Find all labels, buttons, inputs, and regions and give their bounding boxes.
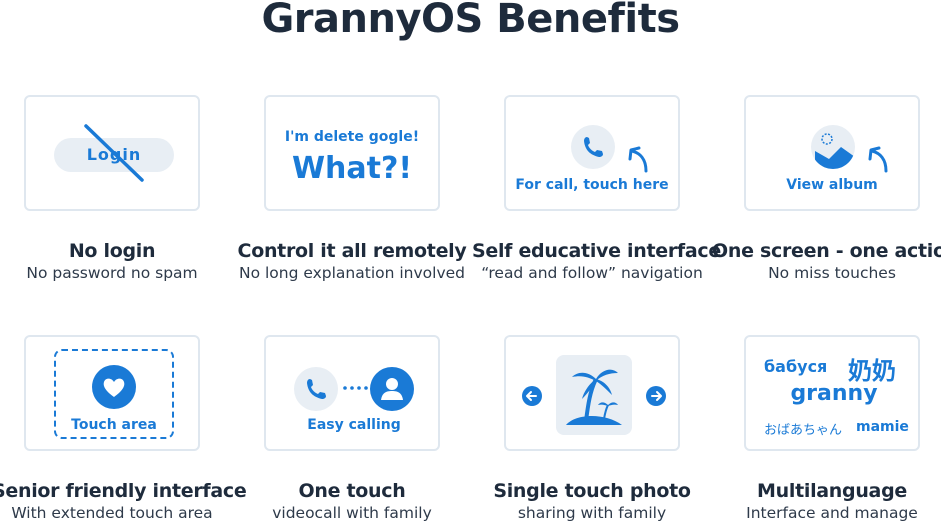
card-title: Senior friendly interface	[0, 480, 247, 502]
page-title: GrannyOS Benefits	[261, 0, 680, 42]
prev-button[interactable]	[522, 386, 542, 406]
dots-icon	[343, 386, 368, 390]
card-no-login: Login	[24, 95, 200, 211]
card-title: Control it all remotely	[237, 240, 467, 262]
album-icon	[815, 133, 855, 169]
caption-senior-friendly: Senior friendly interface With extended …	[0, 480, 247, 522]
heart-icon	[103, 378, 125, 397]
strike-icon	[84, 124, 144, 182]
hint-label: For call, touch here	[515, 177, 669, 193]
card-control-remotely: I'm delete gogle! What?!	[264, 95, 440, 211]
arrow-up-left-icon	[628, 146, 648, 173]
caption-self-educative: Self educative interface “read and follo…	[472, 240, 721, 282]
card-title: Single touch photo	[493, 480, 691, 502]
palm-island-icon	[566, 369, 622, 425]
card-one-screen: View album	[744, 95, 920, 211]
card-subtitle: No password no spam	[26, 264, 198, 282]
card-title: One screen - one action	[712, 240, 941, 262]
caption-one-screen: One screen - one action No miss touches	[712, 240, 941, 282]
chat-text: I'm delete gogle!	[284, 129, 420, 145]
caption-multilanguage: Multilanguage Interface and manage	[712, 480, 941, 522]
caption-one-touch: One touch videocall with family	[232, 480, 472, 522]
card-one-touch: Easy calling	[264, 335, 440, 451]
phone-button[interactable]	[571, 125, 615, 169]
arrow-up-left-icon	[868, 146, 888, 173]
lang-fr: mamie	[856, 419, 909, 435]
caption-no-login: No login No password no spam	[0, 240, 232, 282]
heart-button[interactable]	[92, 365, 136, 409]
card-subtitle: With extended touch area	[11, 504, 213, 522]
card-title: No login	[68, 240, 156, 262]
lang-ru: бабуся	[764, 357, 828, 376]
card-subtitle: Interface and manage	[746, 504, 918, 522]
phone-icon	[307, 379, 326, 399]
album-button[interactable]	[811, 125, 855, 169]
card-subtitle: No miss touches	[768, 264, 896, 282]
touch-area-label: Touch area	[71, 417, 157, 433]
lang-ja: おばあちゃん	[764, 423, 843, 438]
card-title: One touch	[298, 480, 406, 502]
phone-button[interactable]	[294, 367, 338, 411]
card-single-touch-photo	[504, 335, 680, 451]
card-title: Self educative interface	[472, 240, 721, 262]
hint-label: View album	[786, 177, 878, 193]
arrow-left-icon	[526, 391, 537, 401]
photo-frame[interactable]	[556, 355, 632, 435]
card-self-educative: For call, touch here	[504, 95, 680, 211]
card-title: Multilanguage	[757, 480, 907, 502]
arrow-right-icon	[651, 391, 662, 401]
caption-control-remotely: Control it all remotely No long explanat…	[232, 240, 472, 282]
caption-single-touch-photo: Single touch photo sharing with family	[472, 480, 712, 522]
card-subtitle: “read and follow” navigation	[481, 264, 703, 282]
next-button[interactable]	[646, 386, 666, 406]
card-subtitle: sharing with family	[517, 504, 667, 522]
phone-icon	[584, 137, 603, 157]
card-multilanguage: бабуся 奶奶 granny おばあちゃん mamie	[744, 335, 920, 451]
exclaim-text: What?!	[291, 151, 413, 186]
lang-en: granny	[790, 381, 878, 406]
card-subtitle: videocall with family	[272, 504, 432, 522]
easy-calling-label: Easy calling	[307, 417, 401, 433]
card-subtitle: No long explanation involved	[238, 264, 466, 282]
card-senior-friendly: Touch area	[24, 335, 200, 451]
user-icon	[381, 378, 403, 400]
contact-avatar[interactable]	[370, 367, 414, 411]
